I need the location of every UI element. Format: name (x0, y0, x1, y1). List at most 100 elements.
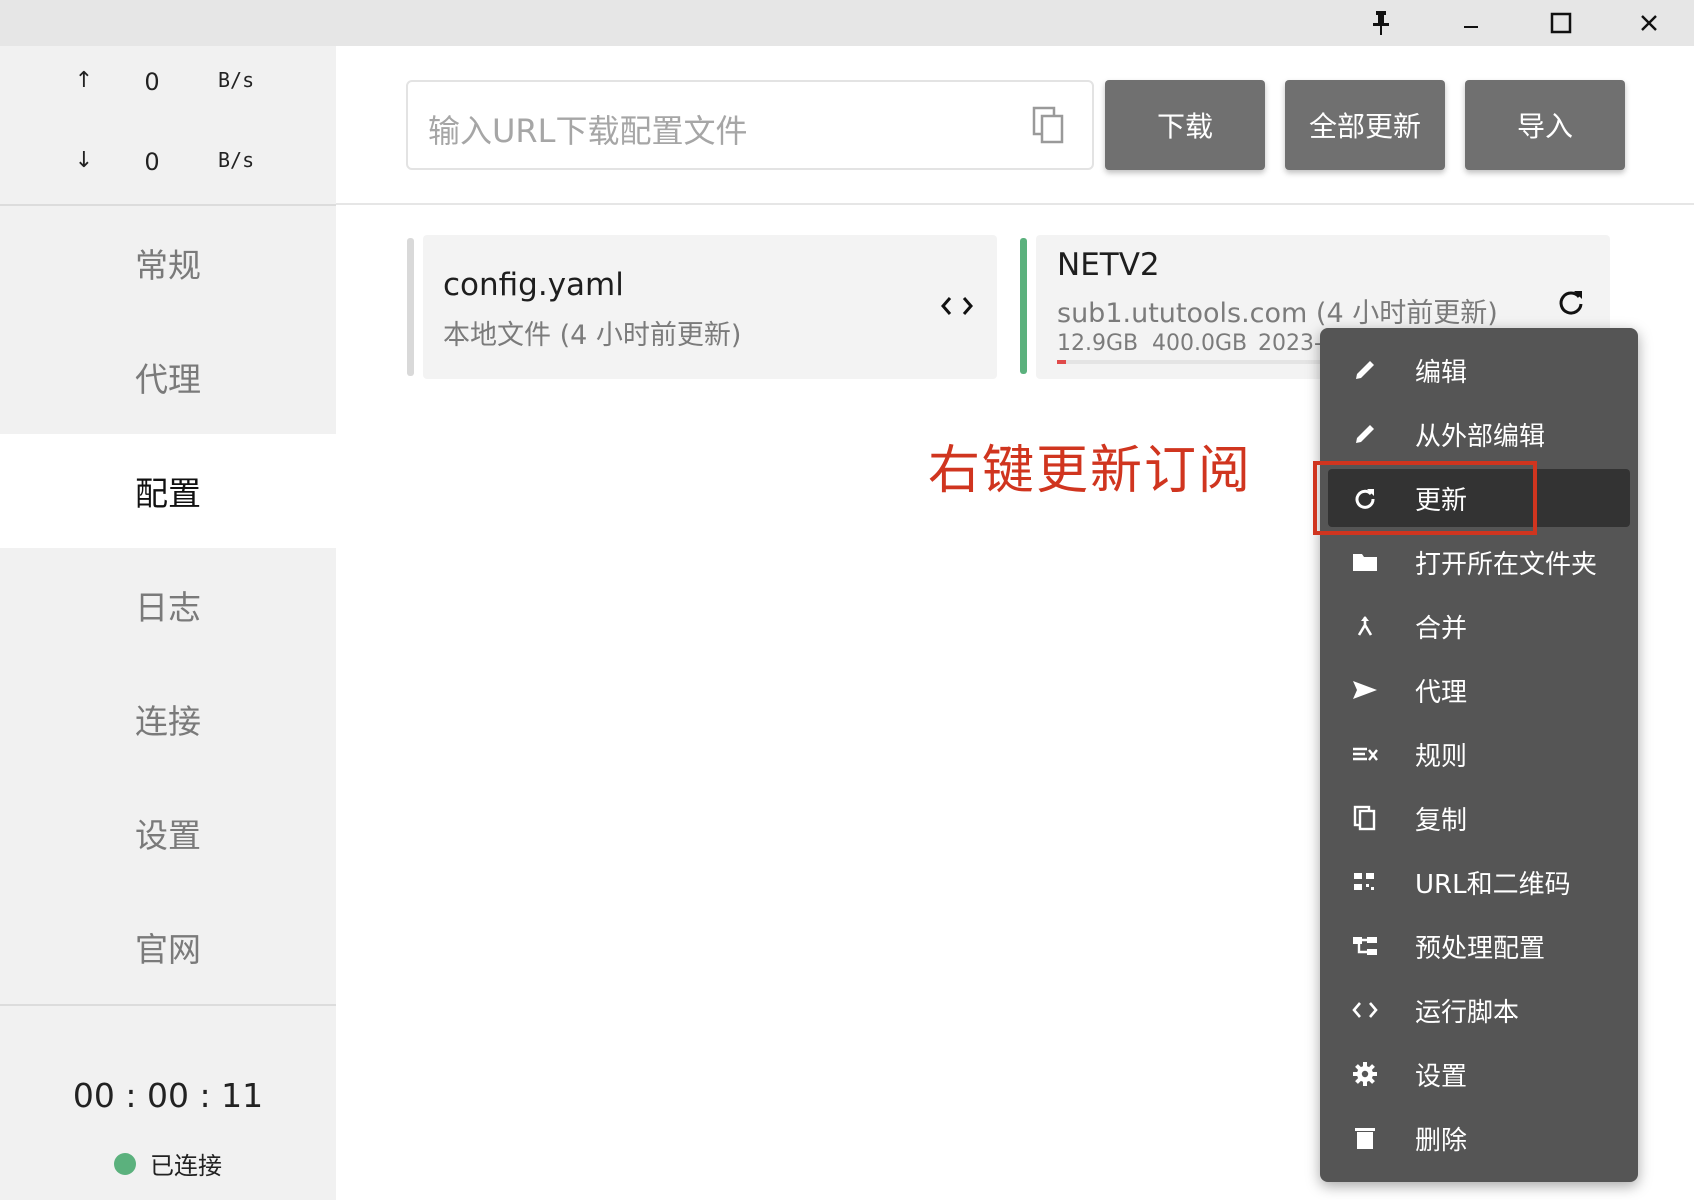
sidebar-item-label: 代理 (135, 360, 201, 399)
menu-item-label: 运行脚本 (1415, 997, 1520, 1028)
code-icon[interactable] (940, 293, 974, 319)
pin-icon (1373, 11, 1389, 35)
refresh-icon (1350, 483, 1380, 513)
annotation-text: 右键更新订阅 (928, 441, 1253, 501)
connection-status: 已连接 (0, 1146, 336, 1181)
update-all-button[interactable]: 全部更新 (1285, 80, 1445, 170)
sidebar-item-label: 连接 (135, 702, 201, 741)
usage-progress (1057, 360, 1337, 364)
upload-value: 0 (144, 68, 160, 96)
menu-item-delete[interactable]: 删除 (1328, 1109, 1630, 1167)
uptime-clock: 00 : 00 : 11 (72, 1076, 264, 1115)
sidebar-item-connections[interactable]: 连接 (0, 662, 336, 776)
sidebar-item-label: 设置 (135, 816, 201, 855)
qrcode-icon (1350, 867, 1380, 897)
download-unit: B/s (218, 148, 255, 172)
minimize-icon (1464, 26, 1478, 28)
rules-icon (1350, 739, 1380, 769)
pencil-icon (1350, 355, 1380, 385)
import-button[interactable]: 导入 (1465, 80, 1625, 170)
menu-item-label: 删除 (1415, 1125, 1468, 1156)
sidebar-item-label: 常规 (135, 246, 201, 285)
sidebar-item-label: 日志 (135, 588, 201, 627)
sidebar-divider (0, 1004, 336, 1006)
menu-item-label: 更新 (1415, 485, 1468, 516)
sidebar: ↑ 0 B/s ↓ 0 B/s 常规 代理 配置 日志 连接 设置 官网 00 … (0, 46, 336, 1200)
profile-subtitle: sub1.ututools.com (4 小时前更新) (1057, 298, 1498, 329)
close-icon (1641, 15, 1657, 31)
menu-item-label: 设置 (1415, 1061, 1468, 1092)
menu-item-label: 代理 (1415, 677, 1468, 708)
sidebar-item-settings[interactable]: 设置 (0, 776, 336, 890)
send-icon (1350, 675, 1380, 705)
menu-item-label: 合并 (1415, 613, 1468, 644)
sidebar-item-website[interactable]: 官网 (0, 890, 336, 1004)
menu-item-label: 规则 (1415, 741, 1468, 772)
merge-icon (1350, 611, 1380, 641)
sidebar-item-profiles[interactable]: 配置 (0, 434, 336, 548)
sidebar-item-proxy[interactable]: 代理 (0, 320, 336, 434)
upload-arrow-icon: ↑ (74, 68, 94, 93)
status-label: 已连接 (150, 1152, 222, 1180)
download-arrow-icon: ↓ (74, 148, 94, 173)
profile-expire: 2023- (1258, 331, 1322, 356)
maximize-button[interactable] (1516, 0, 1606, 46)
upload-speed: ↑ 0 B/s (0, 68, 336, 108)
profile-total: 400.0GB (1152, 331, 1248, 356)
menu-item-proxy[interactable]: 代理 (1328, 661, 1630, 719)
usage-progress-fill (1057, 360, 1066, 364)
menu-item-url-qrcode[interactable]: URL和二维码 (1328, 853, 1630, 911)
menu-item-run-script[interactable]: 运行脚本 (1328, 981, 1630, 1039)
pin-button[interactable] (1336, 0, 1426, 46)
profile-accent-bar (407, 238, 414, 376)
menu-item-label: 复制 (1415, 805, 1468, 836)
profile-accent-bar (1020, 238, 1027, 374)
title-bar (0, 0, 1694, 46)
refresh-icon[interactable] (1556, 287, 1586, 317)
folder-icon (1350, 547, 1380, 577)
code-icon (1350, 995, 1380, 1025)
sidebar-item-label: 官网 (135, 930, 201, 969)
download-speed: ↓ 0 B/s (0, 148, 336, 188)
menu-item-label: URL和二维码 (1415, 869, 1571, 900)
menu-item-copy[interactable]: 复制 (1328, 789, 1630, 847)
maximize-icon (1550, 12, 1572, 34)
profile-used: 12.9GB (1057, 331, 1139, 356)
menu-item-rules[interactable]: 规则 (1328, 725, 1630, 783)
context-menu: 编辑 从外部编辑 更新 打开所在文件夹 合并 代理 规则 复制 URL和二维码 … (1320, 328, 1638, 1182)
tree-icon (1350, 931, 1380, 961)
upload-unit: B/s (218, 68, 255, 92)
profile-name: config.yaml (443, 267, 624, 303)
pencil-icon (1350, 419, 1380, 449)
gear-icon (1350, 1059, 1380, 1089)
download-value: 0 (144, 148, 160, 176)
paste-icon[interactable] (1032, 106, 1066, 146)
profile-name: NETV2 (1057, 247, 1160, 283)
profile-subtitle: 本地文件 (4 小时前更新) (443, 320, 742, 351)
sidebar-item-logs[interactable]: 日志 (0, 548, 336, 662)
sidebar-item-general[interactable]: 常规 (0, 206, 336, 320)
download-button[interactable]: 下载 (1105, 80, 1265, 170)
menu-item-label: 预处理配置 (1415, 933, 1546, 964)
menu-item-merge[interactable]: 合并 (1328, 597, 1630, 655)
status-dot-icon (114, 1152, 136, 1175)
copy-icon (1350, 803, 1380, 833)
url-input[interactable]: 输入URL下载配置文件 (406, 80, 1094, 170)
sidebar-item-label: 配置 (135, 474, 201, 513)
menu-item-label: 从外部编辑 (1415, 421, 1546, 452)
menu-item-label: 打开所在文件夹 (1415, 549, 1598, 580)
minimize-button[interactable] (1426, 0, 1516, 46)
menu-item-label: 编辑 (1415, 357, 1468, 388)
trash-icon (1350, 1123, 1380, 1153)
menu-item-preprocess[interactable]: 预处理配置 (1328, 917, 1630, 975)
traffic-stats: ↑ 0 B/s ↓ 0 B/s (0, 46, 336, 204)
menu-item-open-folder[interactable]: 打开所在文件夹 (1328, 533, 1630, 591)
app-window: ↑ 0 B/s ↓ 0 B/s 常规 代理 配置 日志 连接 设置 官网 00 … (0, 0, 1694, 1200)
menu-item-edit[interactable]: 编辑 (1328, 341, 1630, 399)
menu-item-settings[interactable]: 设置 (1328, 1045, 1630, 1103)
close-button[interactable] (1604, 0, 1694, 46)
profile-card-local[interactable]: config.yaml 本地文件 (4 小时前更新) (423, 235, 997, 379)
menu-item-edit-external[interactable]: 从外部编辑 (1328, 405, 1630, 463)
url-input-placeholder: 输入URL下载配置文件 (428, 112, 748, 150)
menu-item-update[interactable]: 更新 (1328, 469, 1630, 527)
